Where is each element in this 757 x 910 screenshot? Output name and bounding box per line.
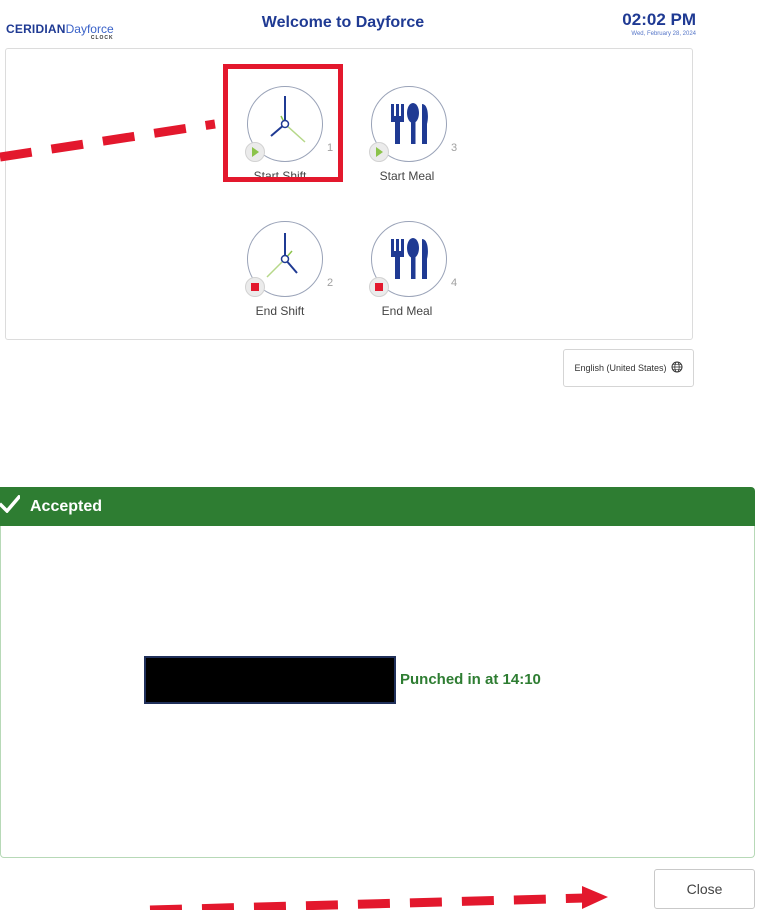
current-time: 02:02 PM	[622, 10, 696, 29]
globe-icon	[671, 361, 683, 375]
shortcut-number: 4	[451, 277, 458, 289]
accepted-label: Accepted	[30, 497, 103, 515]
shortcut-number: 3	[451, 142, 458, 154]
tile-label: End Shift	[255, 304, 305, 318]
punch-panel	[5, 48, 693, 340]
arrow-head-icon	[582, 886, 608, 909]
play-icon	[369, 142, 389, 162]
annotation-arrow-line-bottom	[149, 893, 586, 910]
accepted-header: Accepted	[0, 487, 755, 526]
language-selector[interactable]: English (United States)	[563, 349, 694, 387]
punch-message: Punched in at 14:10	[400, 671, 541, 688]
start-meal-button[interactable]: 3 Start Meal	[354, 78, 458, 208]
current-date: Wed, February 28, 2024	[631, 31, 696, 37]
close-button[interactable]: Close	[654, 869, 755, 909]
highlight-box	[223, 64, 343, 182]
page-title: Welcome to Dayforce	[261, 14, 425, 31]
tile-label: Start Meal	[379, 169, 435, 183]
stop-icon	[369, 277, 389, 297]
end-shift-button[interactable]: 2 End Shift	[230, 213, 334, 343]
stop-icon	[245, 277, 265, 297]
language-label: English (United States)	[574, 363, 667, 373]
shortcut-number: 2	[327, 277, 334, 289]
checkmark-icon	[0, 494, 22, 518]
redacted-name	[144, 656, 396, 704]
tile-label: End Meal	[381, 304, 433, 318]
end-meal-button[interactable]: 4 End Meal	[354, 213, 458, 343]
